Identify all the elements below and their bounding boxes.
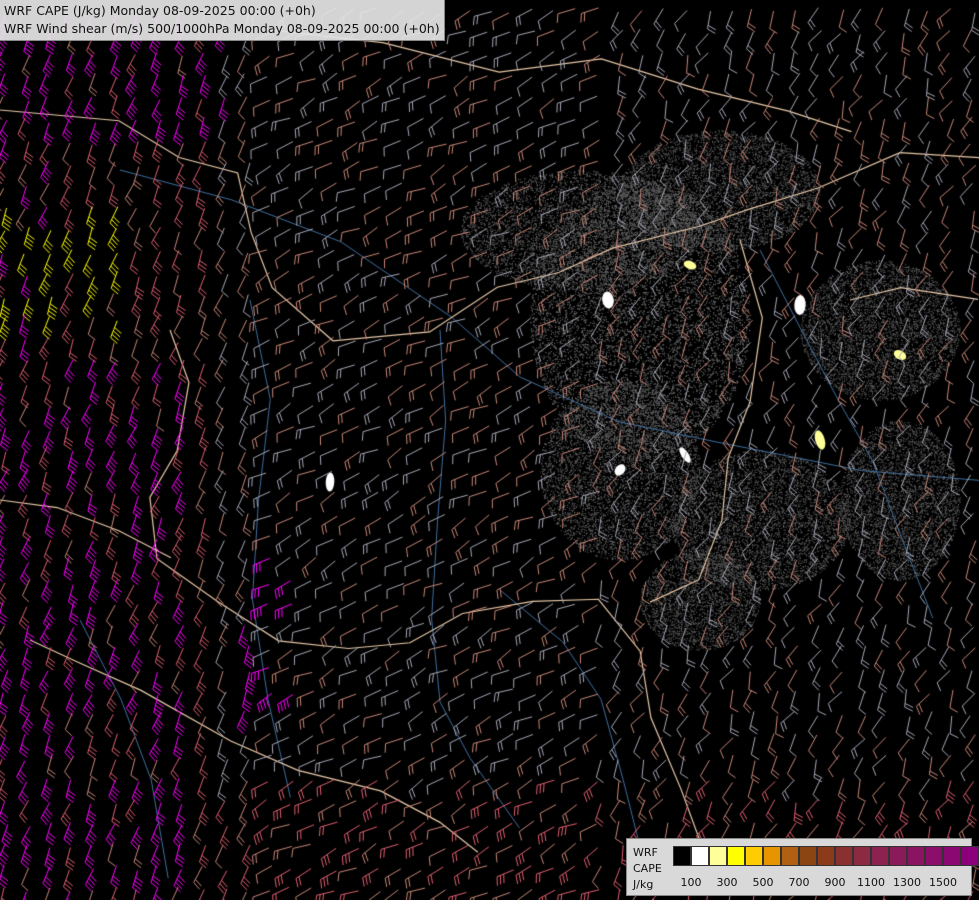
legend-swatch — [763, 846, 781, 866]
legend-tick: 900 — [824, 876, 846, 889]
legend-swatch — [709, 846, 727, 866]
legend-swatch — [727, 846, 745, 866]
legend-unit: J/kg — [633, 878, 654, 891]
legend-swatch — [691, 846, 709, 866]
legend-tick: 1500 — [929, 876, 957, 889]
legend-swatch — [907, 846, 925, 866]
legend-swatch — [889, 846, 907, 866]
legend-tick: 1100 — [857, 876, 885, 889]
cape-title: WRF CAPE (J/kg) Monday 08-09-2025 00:00 … — [4, 3, 316, 18]
legend-tick-labels: 100 300 500 700 900 1100 1300 1500 — [673, 876, 973, 890]
legend-tick: 700 — [788, 876, 810, 889]
weather-map — [0, 0, 979, 900]
map-title-box: WRF CAPE (J/kg) Monday 08-09-2025 00:00 … — [0, 0, 445, 41]
legend-swatch — [817, 846, 835, 866]
legend-swatch — [673, 846, 691, 866]
legend-title-wrf: WRF — [633, 846, 658, 859]
legend-swatch — [835, 846, 853, 866]
legend-tick: 300 — [716, 876, 738, 889]
legend-swatch — [925, 846, 943, 866]
cape-legend: WRF CAPE J/kg 100 300 500 700 900 1100 1300 150… — [626, 838, 979, 896]
legend-swatch — [961, 846, 979, 866]
legend-tick: 1300 — [893, 876, 921, 889]
legend-color-scale — [673, 846, 979, 866]
legend-tick: 100 — [680, 876, 702, 889]
legend-swatch — [871, 846, 889, 866]
legend-swatch — [853, 846, 871, 866]
legend-swatch — [943, 846, 961, 866]
legend-title-cape: CAPE — [633, 862, 662, 875]
legend-swatch — [745, 846, 763, 866]
wind-shear-title: WRF Wind shear (m/s) 500/1000hPa Monday … — [4, 21, 440, 36]
legend-swatch — [799, 846, 817, 866]
legend-tick: 500 — [752, 876, 774, 889]
legend-swatch — [781, 846, 799, 866]
